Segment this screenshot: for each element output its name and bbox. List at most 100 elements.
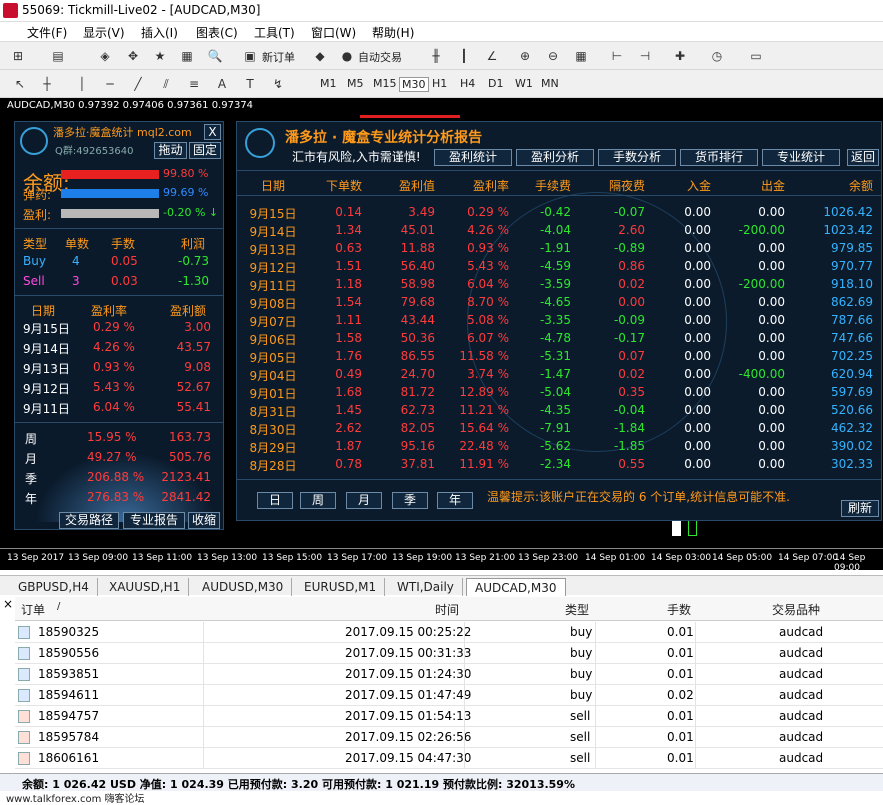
tf-m30[interactable]: M30 — [399, 77, 429, 92]
sort-indicator: / — [57, 601, 61, 612]
nav-profit-analysis[interactable]: 盈利分析 — [516, 149, 594, 166]
close-button[interactable]: X — [204, 124, 221, 140]
nav-pro-stats[interactable]: 专业统计 — [762, 149, 840, 166]
equidistant-channel-icon[interactable]: ⫽ — [156, 74, 176, 94]
zoom-in-icon[interactable]: ⊕ — [515, 46, 535, 66]
report-cell: 0.00 — [758, 385, 785, 399]
auto-trade-button[interactable]: 自动交易 — [358, 49, 402, 65]
menu-chart[interactable]: 图表(C) — [196, 24, 238, 41]
menu-insert[interactable]: 插入(I) — [141, 24, 178, 41]
table-row[interactable]: 18590556 2017.09.15 00:31:33 buy 0.01 audcad — [15, 643, 883, 664]
tab-eurusd-m1[interactable]: EURUSD,M1 — [296, 578, 386, 596]
horizontal-line-icon[interactable]: ─ — [100, 74, 120, 94]
table-row[interactable]: 18594611 2017.09.15 01:47:49 buy 0.02 audcad — [15, 685, 883, 706]
tf-mn[interactable]: MN — [541, 77, 559, 90]
profiles-icon[interactable]: ▤ — [48, 46, 68, 66]
order-symbol: audcad — [779, 646, 824, 660]
tile-windows-icon[interactable]: ▦ — [571, 46, 591, 66]
order-icon — [18, 647, 30, 660]
order-lots: 0.01 — [667, 646, 694, 660]
bar-chart-icon[interactable]: ╫ — [426, 46, 446, 66]
nav-currency-rank[interactable]: 货币排行 — [680, 149, 758, 166]
menu-window[interactable]: 窗口(W) — [311, 24, 356, 41]
chart-area[interactable]: AUDCAD,M30 0.97392 0.97406 0.97361 0.973… — [0, 98, 883, 570]
col-time[interactable]: 时间 — [435, 601, 459, 618]
order-type: sell — [570, 709, 591, 723]
table-row[interactable]: 18590325 2017.09.15 00:25:22 buy 0.01 audcad — [15, 622, 883, 643]
market-watch-icon[interactable]: ◈ — [95, 46, 115, 66]
report-cell: 2.60 — [618, 223, 645, 237]
tab-wti-daily[interactable]: WTI,Daily — [389, 578, 463, 596]
data-window-icon[interactable]: ✥ — [123, 46, 143, 66]
trendline-icon[interactable]: ╱ — [128, 74, 148, 94]
drag-button[interactable]: 拖动 — [154, 142, 187, 159]
metaeditor-icon[interactable]: ◆ — [310, 46, 330, 66]
terminal-icon[interactable]: ▦ — [177, 46, 197, 66]
tf-m5[interactable]: M5 — [347, 77, 364, 90]
table-row[interactable]: 18593851 2017.09.15 01:24:30 buy 0.01 audcad — [15, 664, 883, 685]
zoom-out-icon[interactable]: ⊖ — [543, 46, 563, 66]
table-row[interactable]: 18595784 2017.09.15 02:26:56 sell 0.01 audca… — [15, 727, 883, 748]
tab-gbpusd-h4[interactable]: GBPUSD,H4 — [10, 578, 98, 596]
line-chart-icon[interactable]: ∠ — [482, 46, 502, 66]
new-order-icon[interactable]: ▣ — [240, 46, 260, 66]
text-icon[interactable]: A — [212, 74, 232, 94]
nav-back[interactable]: 返回 — [847, 149, 879, 166]
candlestick-icon[interactable]: ┃ — [454, 46, 474, 66]
menu-tools[interactable]: 工具(T) — [254, 24, 295, 41]
crosshair-icon[interactable]: ┼ — [37, 74, 57, 94]
tf-h1[interactable]: H1 — [432, 77, 447, 90]
menu-help[interactable]: 帮助(H) — [372, 24, 414, 41]
tab-xauusd-h1[interactable]: XAUUSD,H1 — [101, 578, 190, 596]
col-type[interactable]: 类型 — [565, 601, 589, 618]
nav-profit-stats[interactable]: 盈利统计 — [434, 149, 512, 166]
new-chart-icon[interactable]: ⊞ — [8, 46, 28, 66]
tf-d1[interactable]: D1 — [488, 77, 503, 90]
period-day-button[interactable]: 日 — [257, 492, 293, 509]
period-week-button[interactable]: 周 — [300, 492, 336, 509]
chart-shift-icon[interactable]: ⊢ — [607, 46, 627, 66]
trade-path-button[interactable]: 交易路径 — [59, 512, 119, 529]
fibonacci-icon[interactable]: ≡ — [184, 74, 204, 94]
autoscroll-icon[interactable]: ⊣ — [635, 46, 655, 66]
tab-audcad-m30[interactable]: AUDCAD,M30 — [466, 578, 566, 596]
report-cell: 0.00 — [758, 439, 785, 453]
fix-button[interactable]: 固定 — [189, 142, 221, 159]
navigator-icon[interactable]: ★ — [150, 46, 170, 66]
daily-col-rate: 盈利率 — [91, 304, 128, 318]
report-cell: 970.77 — [831, 259, 873, 273]
collapse-button[interactable]: 收缩 — [188, 512, 220, 529]
indicators-icon[interactable]: ✚ — [670, 46, 690, 66]
new-order-button[interactable]: 新订单 — [262, 49, 295, 65]
period-quarter-button[interactable]: 季 — [392, 492, 428, 509]
tf-w1[interactable]: W1 — [515, 77, 533, 90]
tab-audusd-m30[interactable]: AUDUSD,M30 — [194, 578, 293, 596]
table-row[interactable]: 18606161 2017.09.15 04:47:30 sell 0.01 audca… — [15, 748, 883, 769]
menu-file[interactable]: 文件(F) — [27, 24, 67, 41]
templates-icon[interactable]: ▭ — [746, 46, 766, 66]
pro-report-button[interactable]: 专业报告 — [123, 512, 185, 529]
arrows-icon[interactable]: ↯ — [268, 74, 288, 94]
strategy-tester-icon[interactable]: 🔍 — [205, 46, 225, 66]
col-lots[interactable]: 手数 — [667, 601, 691, 618]
vertical-line-icon[interactable]: │ — [72, 74, 92, 94]
text-label-icon[interactable]: T — [240, 74, 260, 94]
refresh-button[interactable]: 刷新 — [841, 500, 879, 517]
tf-h4[interactable]: H4 — [460, 77, 475, 90]
col-order[interactable]: 订单 — [21, 601, 45, 618]
left-panel-title: 潘多拉·魔盒统计 mql2.com — [53, 126, 192, 139]
order-time: 2017.09.15 01:24:30 — [345, 667, 472, 681]
tf-m1[interactable]: M1 — [320, 77, 337, 90]
periods-icon[interactable]: ◷ — [707, 46, 727, 66]
col-symbol[interactable]: 交易品种 — [772, 601, 820, 618]
cursor-icon[interactable]: ↖ — [10, 74, 30, 94]
col-lots: 手数 — [111, 237, 136, 251]
tf-m15[interactable]: M15 — [373, 77, 397, 90]
nav-lots-analysis[interactable]: 手数分析 — [598, 149, 676, 166]
table-row[interactable]: 18594757 2017.09.15 01:54:13 sell 0.01 audca… — [15, 706, 883, 727]
auto-trade-icon[interactable]: ● — [337, 46, 357, 66]
period-month-button[interactable]: 月 — [346, 492, 382, 509]
menu-view[interactable]: 显示(V) — [83, 24, 125, 41]
period-year-button[interactable]: 年 — [437, 492, 473, 509]
terminal-close-button[interactable]: × — [3, 597, 13, 611]
